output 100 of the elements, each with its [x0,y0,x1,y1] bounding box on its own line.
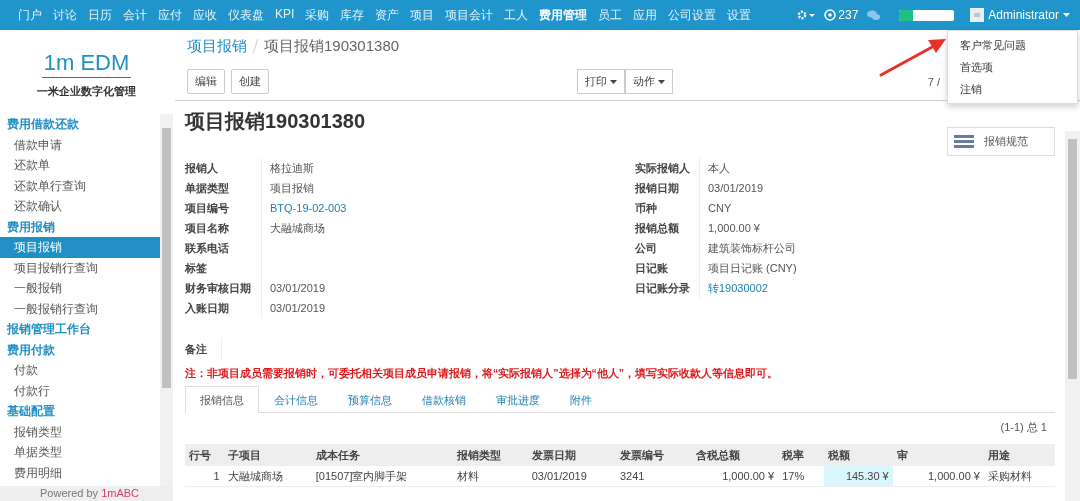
message-count: 237 [838,8,859,22]
menu-item[interactable]: 仪表盘 [228,6,264,24]
sidebar-item[interactable]: 项目报销 [0,237,160,258]
field-link[interactable]: BTQ-19-02-003 [262,198,635,218]
rules-button[interactable]: 报销规范 [947,127,1055,156]
table-cell: 1 [185,466,224,487]
table-cell: 1,000.00 ¥ [892,466,984,487]
dropdown-button[interactable]: 打印 [577,69,625,94]
menu-item[interactable]: 工人 [504,6,529,24]
sidebar-item[interactable]: 一般报销行查询 [0,298,160,319]
logo-tagline: 一米企业数字化管理 [37,83,136,99]
menu-item[interactable]: 员工 [598,6,623,24]
sidebar-item[interactable]: 项目报销行查询 [0,257,160,278]
sidebar-item[interactable]: 付款 [0,360,160,381]
menu-item[interactable]: 公司设置 [668,6,717,24]
field-label: 币种 [635,198,700,218]
field-label: 日记账分录 [635,278,700,298]
table-cell: 大融城商场 [223,466,312,487]
column-header[interactable]: 税率 [778,444,824,466]
column-header[interactable]: 含税总额 [691,444,779,466]
tab[interactable]: 报销信息 [185,386,259,413]
avatar-icon [970,8,985,22]
menu-item[interactable]: 设置 [727,6,752,24]
field-label: 项目编号 [185,198,262,218]
dropdown-button[interactable]: 动作 [625,69,673,94]
menu-item[interactable]: 客户常见问题 [948,34,1077,56]
menu-item[interactable]: 首选项 [948,56,1077,78]
column-header[interactable]: 用途 [983,444,1055,466]
menu-item[interactable]: 项目会计 [445,6,494,24]
field-value: 03/01/2019 [269,301,327,316]
sidebar-item[interactable]: 还款单 [0,155,160,176]
toolbar-button[interactable]: 创建 [231,69,269,94]
field-label: 财务审核日期 [185,278,262,298]
column-header[interactable]: 税额 [823,444,893,466]
column-header[interactable]: 子项目 [223,444,312,466]
menu-item[interactable]: 注销 [948,78,1077,100]
column-header[interactable]: 报销类型 [452,444,528,466]
menu-item[interactable]: 讨论 [53,6,77,24]
table-cell: 3241 [615,466,692,487]
sidebar-item[interactable]: 借款申请 [0,134,160,155]
table-cell: 1,000.00 ¥ [691,466,779,487]
sidebar-item[interactable]: 还款单行查询 [0,175,160,196]
table-cell: 17% [778,466,824,487]
tab[interactable]: 附件 [555,386,607,412]
table-cell: 采购材料 [983,466,1055,487]
field-label: 项目名称 [185,218,262,238]
section-title[interactable]: 基础配置 [0,401,160,422]
field-value: 项目报销 [269,181,315,196]
field-value: 建筑装饰标杆公司 [707,241,797,256]
toolbar-button[interactable]: 编辑 [187,69,225,94]
menu-item[interactable]: 库存 [340,6,365,24]
tab[interactable]: 预算信息 [333,386,407,412]
menu-item[interactable]: 应收 [193,6,217,24]
menu-item[interactable]: 应付 [158,6,182,24]
column-header[interactable]: 成本任务 [311,444,453,466]
menu-item[interactable]: 费用管理 [539,6,588,24]
sidebar-item[interactable]: 费用明细 [0,462,160,483]
sidebar-item[interactable]: 还款确认 [0,196,160,217]
list-icon [954,135,974,148]
menu-item[interactable]: 日历 [88,6,112,24]
breadcrumb-link[interactable]: 项目报销 [187,37,247,56]
sidebar-item[interactable]: 一般报销 [0,278,160,299]
sidebar-item[interactable]: 报销类型 [0,421,160,442]
field-label: 标签 [185,258,262,278]
field-label: 公司 [635,238,700,258]
menu-item[interactable]: 采购 [305,6,330,24]
section-title[interactable]: 费用付款 [0,339,160,360]
section-title[interactable]: 报销管理工作台 [0,319,160,340]
user-menu[interactable]: Administrator [970,8,1070,22]
table-cell: 材料 [452,466,528,487]
field-value: CNY [707,201,733,216]
sidebar-item[interactable]: 付款行 [0,380,160,401]
tab[interactable]: 审批进度 [481,386,555,412]
tab[interactable]: 会计信息 [259,386,333,412]
section-title[interactable]: 费用借款还款 [0,114,160,135]
column-header[interactable]: 发票日期 [527,444,616,466]
tab[interactable]: 借款核销 [407,386,481,412]
table-cell: 145.30 ¥ [823,466,893,487]
menu-item[interactable]: 资产 [375,6,400,24]
chat-icon [866,9,882,21]
table-cell: [01507]室内脚手架 [311,466,453,487]
field-label: 单据类型 [185,178,262,198]
settings-icon [796,9,817,21]
form-title: 项目报销190301380 [185,109,366,133]
field-label: 联系电话 [185,238,262,258]
column-header[interactable]: 行号 [185,444,224,466]
breadcrumb-current: 项目报销190301380 [264,37,400,56]
menu-item[interactable]: 项目 [410,6,435,24]
menu-item[interactable]: 应用 [633,6,658,24]
warning-text: 注：非项目成员需要报销时，可委托相关项目成员申请报销，将“实际报销人”选择为“他人”，填写实际收款人等信息即可。 [185,367,779,381]
field-link[interactable]: 转19030002 [700,278,797,298]
column-header[interactable]: 审 [892,444,984,466]
caret-icon [658,79,665,84]
menu-item[interactable]: KPI [275,6,295,24]
menu-item[interactable]: 门户 [18,6,42,24]
section-title[interactable]: 费用报销 [0,216,160,237]
sidebar-item[interactable]: 单据类型 [0,442,160,463]
menu-item[interactable]: 会计 [123,6,147,24]
field-value: 1,000.00 ¥ [707,221,761,236]
column-header[interactable]: 发票编号 [615,444,692,466]
